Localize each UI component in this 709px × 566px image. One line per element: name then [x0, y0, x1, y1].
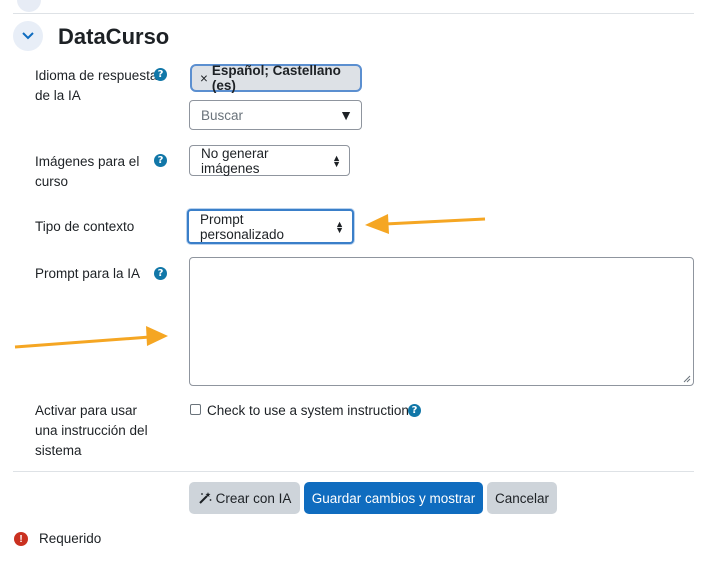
magic-wand-icon: [198, 492, 212, 504]
annotation-arrow-left: [14, 326, 168, 349]
cancel-button[interactable]: Cancelar: [487, 482, 557, 514]
checkbox-label[interactable]: Check to use a system instruction: [207, 401, 409, 421]
create-with-ai-label: Crear con IA: [215, 490, 292, 506]
annotation-arrow-right: [365, 214, 486, 234]
system-instruction-label: Activar para usar una instrucción del si…: [35, 403, 148, 458]
required-text: Requerido: [39, 531, 102, 546]
required-icon: !: [14, 532, 28, 546]
divider: [13, 471, 694, 472]
create-with-ai-button[interactable]: Crear con IA: [189, 482, 300, 514]
save-and-show-button[interactable]: Guardar cambios y mostrar: [304, 482, 483, 514]
help-icon[interactable]: ?: [408, 404, 421, 417]
system-instruction-checkbox[interactable]: [190, 404, 201, 415]
